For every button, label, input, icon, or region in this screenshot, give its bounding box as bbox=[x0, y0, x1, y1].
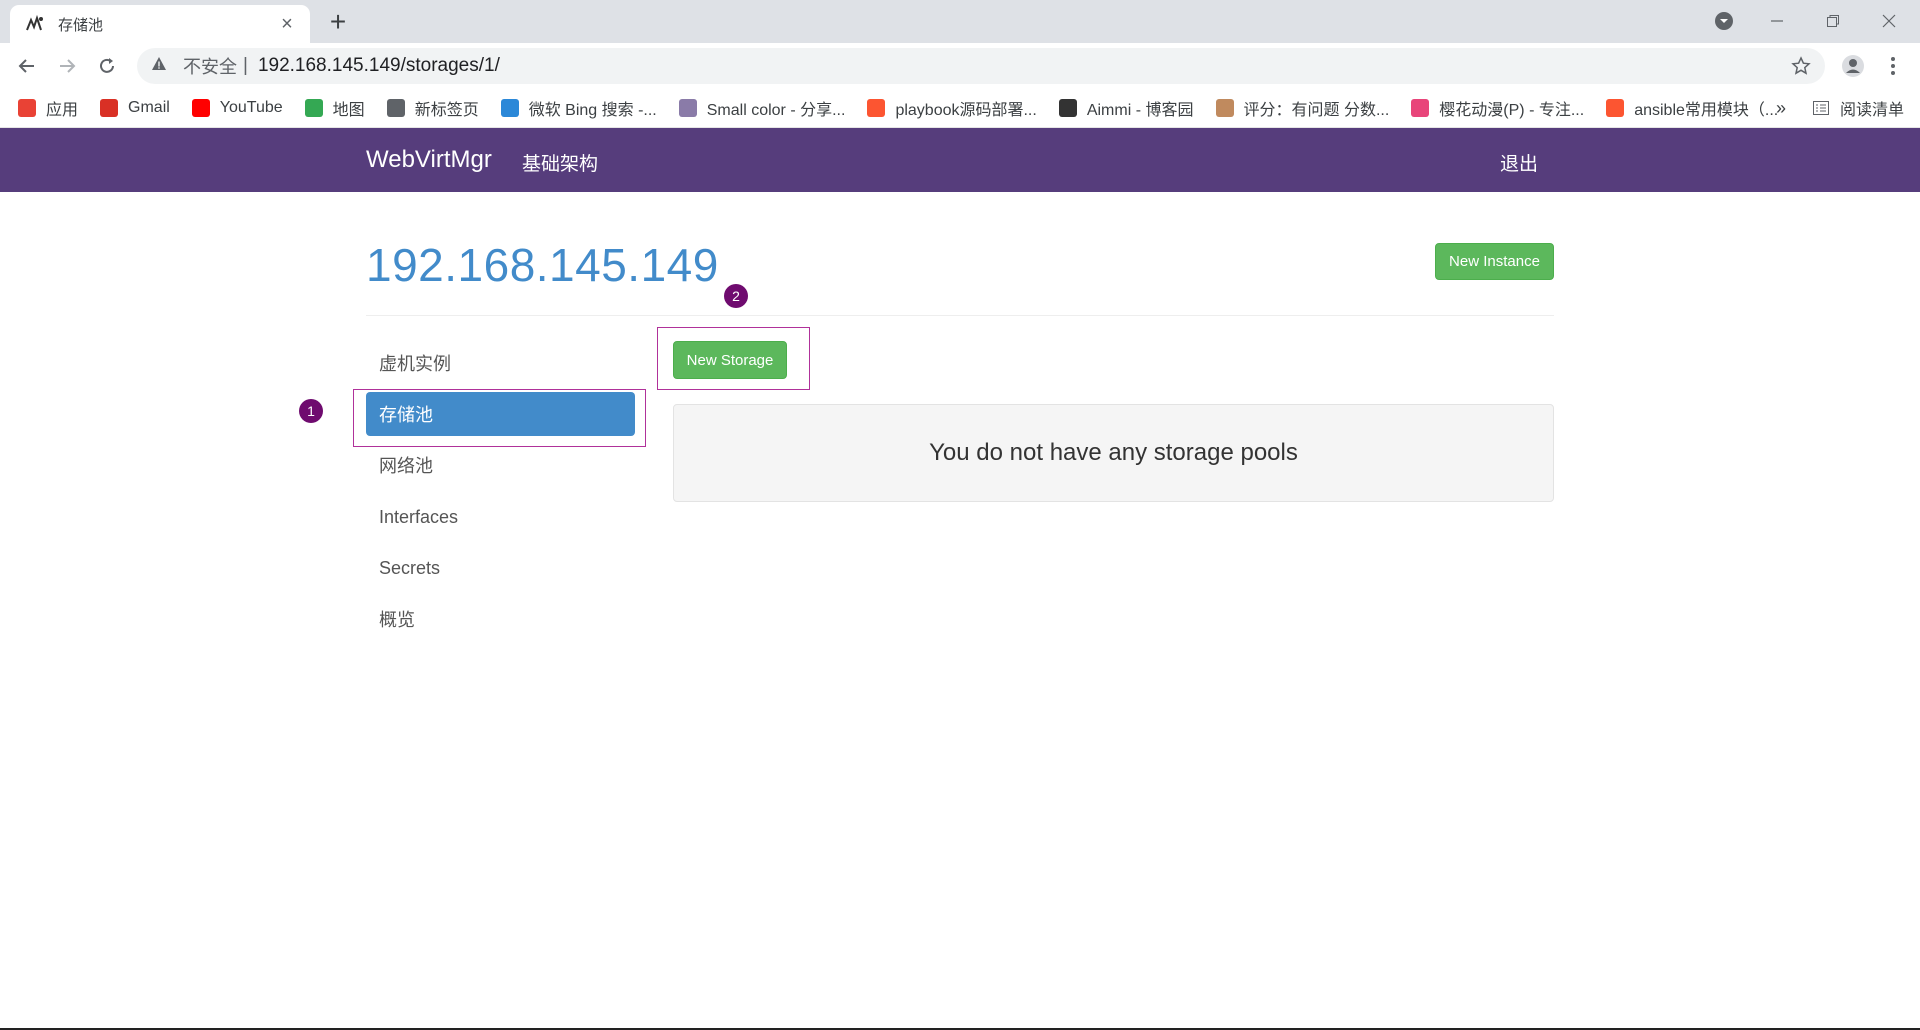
browser-tab[interactable]: 存储池 × bbox=[10, 5, 310, 43]
tab-title: 存储池 bbox=[58, 16, 104, 34]
webvirtmgr-favicon-icon bbox=[24, 13, 46, 35]
app-navbar: WebVirtMgr 基础架构 退出 bbox=[0, 128, 1920, 192]
bookmark-item[interactable]: 樱花动漫(P) - 专注... bbox=[1411, 96, 1584, 120]
bookmarks-bar: 应用 Gmail YouTube 地图 新标签页 微软 Bing 搜索 -... Small… bbox=[0, 88, 1920, 128]
bookmark-label: playbook源码部署... bbox=[895, 101, 1037, 119]
bookmark-item[interactable]: playbook源码部署... bbox=[867, 96, 1037, 120]
bookmark-label: YouTube bbox=[219, 98, 283, 116]
sidebar-item-networks[interactable]: 网络池 bbox=[366, 443, 635, 487]
new-instance-button[interactable]: New Instance bbox=[1435, 243, 1554, 280]
bookmark-item[interactable]: Gmail bbox=[100, 98, 170, 117]
annotation-box-2 bbox=[657, 327, 810, 390]
reading-list-button[interactable]: 阅读清单 bbox=[1812, 96, 1904, 120]
bookmark-item[interactable]: 微软 Bing 搜索 -... bbox=[500, 96, 657, 120]
bookmark-label: 新标签页 bbox=[414, 101, 479, 119]
reading-list-icon bbox=[1812, 99, 1830, 117]
empty-message-text: You do not have any storage pools bbox=[929, 439, 1298, 466]
nav-infrastructure-link[interactable]: 基础架构 bbox=[522, 149, 598, 176]
csdn-icon bbox=[867, 98, 886, 117]
url-text[interactable]: 192.168.145.149/storages/1/ bbox=[258, 55, 500, 77]
bookmark-label: 评分：有问题 分数... bbox=[1243, 101, 1390, 119]
empty-storage-message: You do not have any storage pools bbox=[673, 404, 1554, 502]
profile-dropdown-icon[interactable] bbox=[1709, 6, 1739, 36]
bookmark-item[interactable]: 地图 bbox=[304, 96, 365, 120]
bing-icon bbox=[500, 98, 519, 117]
gmail-icon bbox=[100, 98, 119, 117]
apps-grid-icon bbox=[18, 98, 36, 117]
bookmark-star-icon[interactable] bbox=[1789, 54, 1813, 78]
bookmark-item[interactable]: 应用 bbox=[18, 96, 78, 120]
bookmark-item[interactable]: 新标签页 bbox=[386, 96, 479, 120]
bookmark-label: 樱花动漫(P) - 专注... bbox=[1439, 101, 1585, 119]
bookmark-item[interactable]: ansible常用模块（... bbox=[1606, 96, 1778, 120]
reload-icon[interactable] bbox=[90, 49, 124, 83]
address-bar[interactable]: 不安全 | 192.168.145.149/storages/1/ bbox=[137, 48, 1825, 84]
annotation-badge-1: 1 bbox=[299, 399, 323, 423]
sidebar-item-instances[interactable]: 虚机实例 bbox=[366, 341, 635, 385]
bookmark-item[interactable]: Aimmi - 博客园 bbox=[1058, 96, 1194, 120]
bookmark-item[interactable]: 评分：有问题 分数... bbox=[1215, 96, 1390, 120]
warning-triangle-icon bbox=[151, 56, 173, 77]
annotation-box-1 bbox=[353, 389, 646, 447]
csdn-icon bbox=[1606, 98, 1625, 117]
forward-icon[interactable] bbox=[50, 49, 84, 83]
bookmark-label: 应用 bbox=[46, 101, 79, 119]
sidebar-item-overview[interactable]: 概览 bbox=[366, 597, 635, 641]
bookmark-label: 地图 bbox=[332, 101, 365, 119]
minimize-icon[interactable] bbox=[1762, 6, 1792, 36]
avatar-icon bbox=[1215, 98, 1234, 117]
sidebar-item-secrets[interactable]: Secrets bbox=[366, 546, 635, 590]
menu-kebab-icon[interactable] bbox=[1876, 49, 1910, 83]
restore-icon[interactable] bbox=[1818, 6, 1848, 36]
browser-toolbar: 不安全 | 192.168.145.149/storages/1/ bbox=[0, 43, 1920, 88]
smallcolor-icon bbox=[678, 98, 697, 117]
profile-avatar-icon[interactable] bbox=[1836, 49, 1870, 83]
new-tab-button[interactable]: + bbox=[322, 7, 354, 39]
maps-icon bbox=[304, 98, 323, 117]
reading-list-label: 阅读清单 bbox=[1840, 102, 1905, 119]
youtube-icon bbox=[191, 98, 210, 117]
bookmark-label: Gmail bbox=[128, 98, 170, 116]
tab-close-icon[interactable]: × bbox=[276, 13, 298, 35]
bookmark-item[interactable]: Small color - 分享... bbox=[678, 96, 846, 120]
sakura-icon bbox=[1411, 98, 1430, 117]
bookmark-label: Small color - 分享... bbox=[706, 101, 846, 119]
bookmarks-overflow-icon[interactable]: » bbox=[1776, 98, 1786, 119]
annotation-badge-2: 2 bbox=[724, 284, 748, 308]
omnibox-separator: | bbox=[243, 55, 248, 76]
page-title: 192.168.145.149 bbox=[366, 239, 719, 291]
brand-link[interactable]: WebVirtMgr bbox=[366, 146, 492, 174]
sidebar-item-interfaces[interactable]: Interfaces bbox=[366, 495, 635, 539]
globe-icon bbox=[386, 98, 405, 117]
cnblogs-icon bbox=[1058, 98, 1077, 117]
browser-tab-strip: 存储池 × + bbox=[0, 0, 1920, 43]
divider bbox=[366, 315, 1554, 316]
logout-link[interactable]: 退出 bbox=[1500, 149, 1538, 176]
back-icon[interactable] bbox=[10, 49, 44, 83]
bookmark-item[interactable]: YouTube bbox=[191, 98, 283, 117]
bookmark-label: Aimmi - 博客园 bbox=[1086, 101, 1194, 119]
close-window-icon[interactable] bbox=[1874, 6, 1904, 36]
insecure-label[interactable]: 不安全 bbox=[183, 53, 237, 79]
bookmark-label: ansible常用模块（... bbox=[1634, 101, 1779, 119]
bookmark-label: 微软 Bing 搜索 -... bbox=[528, 101, 657, 119]
